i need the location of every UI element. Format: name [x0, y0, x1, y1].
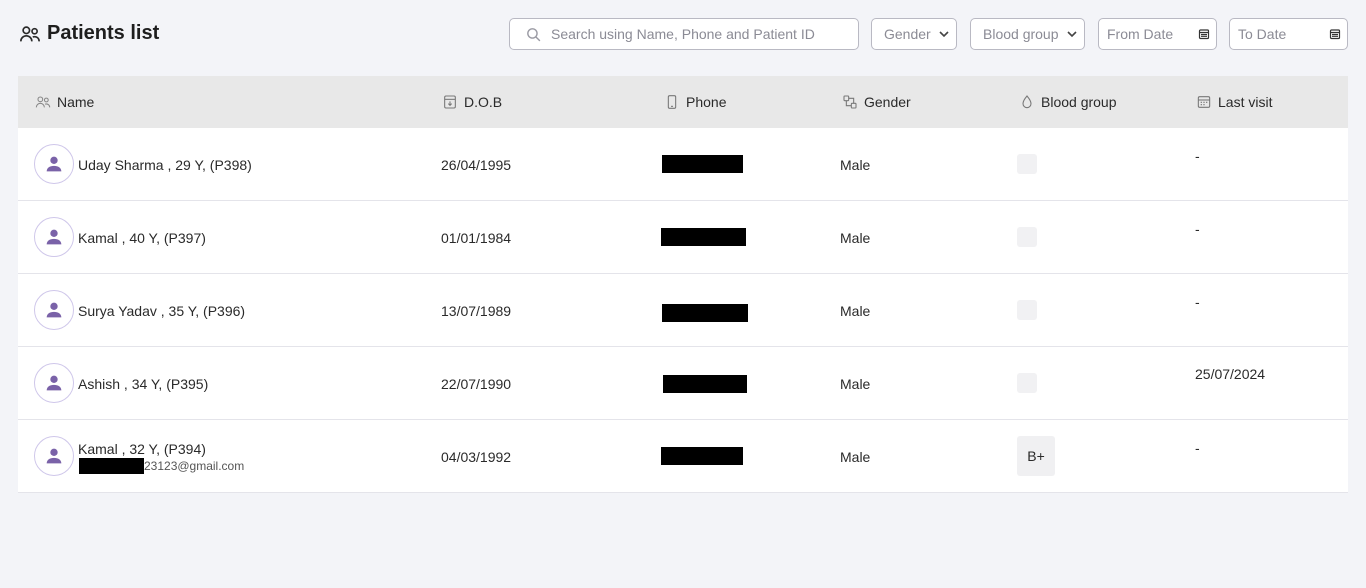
blood-group-filter-label: Blood group [983, 26, 1059, 42]
patient-dob: 04/03/1992 [441, 449, 512, 465]
column-header-dob[interactable]: D.O.B [442, 76, 502, 128]
email-redacted [79, 458, 144, 474]
column-label: Last visit [1218, 94, 1273, 110]
patient-name[interactable]: Uday Sharma , 29 Y, (P398) [78, 157, 252, 173]
table-row[interactable]: Kamal , 40 Y, (P397) 01/01/1984 Male - [18, 201, 1348, 274]
patient-gender: Male [840, 303, 871, 319]
users-icon [20, 25, 40, 41]
avatar [34, 436, 74, 476]
calendar-icon [1197, 96, 1211, 108]
table-header: Name D.O.B Phone Gender Blood group Last… [18, 76, 1348, 128]
from-date-placeholder: From Date [1107, 26, 1174, 42]
page-title: Patients list [47, 22, 160, 44]
person-icon [46, 448, 62, 464]
patient-dob: 01/01/1984 [441, 230, 512, 246]
patient-gender: Male [840, 230, 871, 246]
person-icon [46, 302, 62, 318]
phone-redacted [661, 447, 743, 465]
avatar [34, 363, 74, 403]
search-input[interactable] [551, 26, 841, 42]
gender-filter-label: Gender [884, 26, 931, 42]
column-header-phone[interactable]: Phone [664, 76, 726, 128]
patient-name[interactable]: Surya Yadav , 35 Y, (P396) [78, 303, 245, 319]
patient-gender: Male [840, 449, 871, 465]
table-row[interactable]: Uday Sharma , 29 Y, (P398) 26/04/1995 Ma… [18, 128, 1348, 201]
patient-gender: Male [840, 376, 871, 392]
patient-gender: Male [840, 157, 871, 173]
column-header-last-visit[interactable]: Last visit [1196, 76, 1272, 128]
last-visit: - [1195, 221, 1200, 237]
gender-filter-select[interactable]: Gender [871, 18, 957, 50]
blood-group-value: B+ [1027, 448, 1045, 464]
column-header-gender[interactable]: Gender [842, 76, 911, 128]
column-header-name[interactable]: Name [35, 76, 94, 128]
gender-icon [843, 95, 857, 109]
blood-group-filter-select[interactable]: Blood group [970, 18, 1085, 50]
email-suffix: 23123@gmail.com [144, 459, 245, 473]
chevron-down-icon [1067, 31, 1077, 38]
drop-icon [1022, 95, 1032, 109]
avatar [34, 144, 74, 184]
calendar-icon[interactable] [1329, 28, 1341, 40]
table-row[interactable]: Surya Yadav , 35 Y, (P396) 13/07/1989 Ma… [18, 274, 1348, 347]
column-label: Blood group [1041, 94, 1117, 110]
phone-redacted [661, 228, 746, 246]
blood-group-badge [1017, 300, 1037, 320]
page-title-group: Patients list [19, 22, 159, 45]
person-icon [46, 375, 62, 391]
person-icon [46, 156, 62, 172]
blood-group-badge: B+ [1017, 436, 1055, 476]
phone-redacted [662, 304, 748, 322]
users-icon [35, 96, 51, 108]
search-box[interactable] [509, 18, 859, 50]
last-visit: 25/07/2024 [1195, 366, 1266, 382]
patients-table: Name D.O.B Phone Gender Blood group Last… [18, 76, 1348, 493]
patient-email: 23123@gmail.com [78, 458, 244, 474]
last-visit: - [1195, 294, 1200, 310]
patient-name[interactable]: Kamal , 32 Y, (P394) [78, 441, 206, 457]
to-date-input[interactable]: To Date [1229, 18, 1348, 50]
column-label: Phone [686, 94, 727, 110]
patient-dob: 26/04/1995 [441, 157, 512, 173]
to-date-placeholder: To Date [1238, 26, 1287, 42]
column-label: Name [57, 94, 95, 110]
patient-dob: 13/07/1989 [441, 303, 512, 319]
patient-name[interactable]: Ashish , 34 Y, (P395) [78, 376, 208, 392]
patient-name[interactable]: Kamal , 40 Y, (P397) [78, 230, 206, 246]
blood-group-badge [1017, 373, 1037, 393]
chevron-down-icon [939, 31, 949, 38]
column-label: Gender [864, 94, 911, 110]
phone-redacted [663, 375, 747, 393]
blood-group-badge [1017, 154, 1037, 174]
table-row[interactable]: Ashish , 34 Y, (P395) 22/07/1990 Male 25… [18, 347, 1348, 420]
from-date-input[interactable]: From Date [1098, 18, 1217, 50]
last-visit: - [1195, 148, 1200, 164]
search-icon [527, 27, 541, 41]
avatar [34, 217, 74, 257]
calendar-icon[interactable] [1198, 28, 1210, 40]
column-header-blood-group[interactable]: Blood group [1019, 76, 1117, 128]
patient-dob: 22/07/1990 [441, 376, 512, 392]
avatar [34, 290, 74, 330]
table-row[interactable]: Kamal , 32 Y, (P394) 23123@gmail.com 04/… [18, 420, 1348, 493]
person-icon [46, 229, 62, 245]
phone-redacted [662, 155, 743, 173]
blood-group-badge [1017, 227, 1037, 247]
column-label: D.O.B [464, 94, 503, 110]
last-visit: - [1195, 440, 1200, 456]
calendar-icon [444, 95, 456, 109]
phone-icon [667, 95, 677, 109]
